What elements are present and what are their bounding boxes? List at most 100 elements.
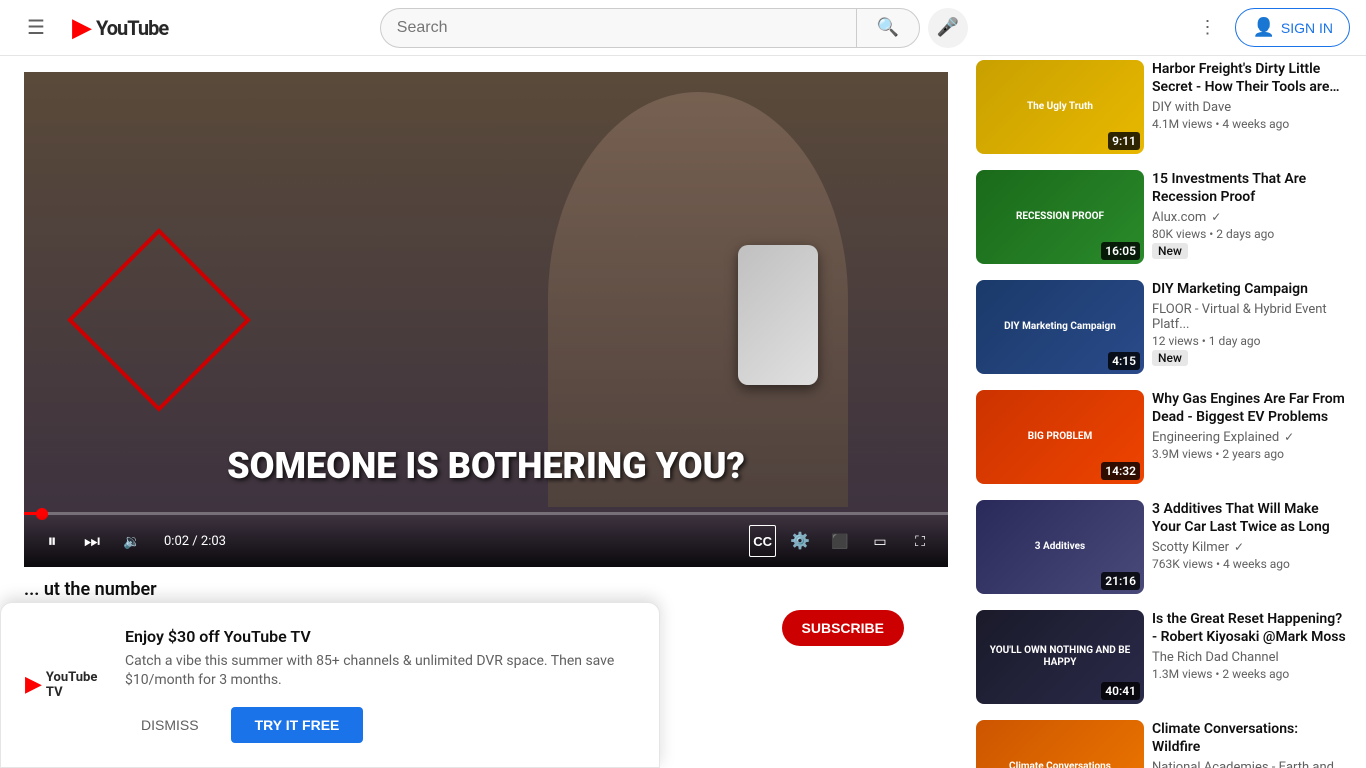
next-button[interactable]: ⏭ — [76, 525, 108, 557]
player-text-overlay: SOMEONE IS BOTHERING YOU? — [227, 445, 745, 487]
theater-button[interactable]: ▭ — [864, 525, 896, 557]
new-badge: New — [1152, 243, 1188, 259]
settings-button[interactable]: ⚙️ — [784, 525, 816, 557]
sidebar-video-item[interactable]: YOU'LL OWN NOTHING AND BE HAPPY 40:41 Is… — [972, 606, 1350, 708]
yt-tv-icon: ▶ — [25, 672, 42, 697]
new-badge: New — [1152, 350, 1188, 366]
youtube-logo-icon: ▶ — [72, 13, 92, 43]
thumbnail-image: Climate Conversations — [976, 720, 1144, 768]
header-center: 🔍 🎤 — [168, 8, 1179, 48]
try-free-button[interactable]: TRY IT FREE — [231, 707, 364, 743]
sidebar-stats: 763K views • 4 weeks ago — [1152, 557, 1346, 571]
sidebar-video-item[interactable]: Climate Conversations Climate Conversati… — [972, 716, 1350, 768]
sign-in-label: SIGN IN — [1281, 20, 1333, 36]
video-meta: DIY Marketing Campaign FLOOR - Virtual &… — [1152, 280, 1346, 374]
sidebar-video-item[interactable]: RECESSION PROOF 16:05 15 Investments Tha… — [972, 166, 1350, 268]
sidebar-video-title: Why Gas Engines Are Far From Dead - Bigg… — [1152, 390, 1346, 426]
promo-title: Enjoy $30 off YouTube TV — [125, 627, 635, 646]
mic-button[interactable]: 🎤 — [928, 8, 968, 48]
video-meta: Climate Conversations: Wildfire National… — [1152, 720, 1346, 768]
video-meta: Harbor Freight's Dirty Little Secret - H… — [1152, 60, 1346, 154]
phone-prop — [738, 245, 818, 385]
sidebar-video-title: DIY Marketing Campaign — [1152, 280, 1346, 298]
menu-button[interactable]: ☰ — [16, 8, 56, 48]
sidebar-video-title: 15 Investments That Are Recession Proof — [1152, 170, 1346, 206]
sidebar-video-item[interactable]: The Ugly Truth 9:11 Harbor Freight's Dir… — [972, 56, 1350, 158]
header-left: ☰ ▶ YouTube — [16, 8, 168, 48]
sidebar-stats: 1.3M views • 2 weeks ago — [1152, 667, 1346, 681]
fullscreen-button[interactable]: ⛶ — [904, 525, 936, 557]
youtube-logo[interactable]: ▶ YouTube — [72, 13, 168, 43]
search-form: 🔍 — [380, 8, 920, 48]
volume-button[interactable]: 🔉 — [116, 525, 148, 557]
pause-button[interactable]: ⏸ — [36, 525, 68, 557]
sidebar-stats: 80K views • 2 days ago — [1152, 227, 1346, 241]
miniplayer-button[interactable]: ⬛ — [824, 525, 856, 557]
sidebar-stats: 12 views • 1 day ago — [1152, 334, 1346, 348]
video-meta: Is the Great Reset Happening? - Robert K… — [1152, 610, 1346, 704]
verified-icon: ✓ — [1208, 210, 1221, 224]
youtube-logo-text: YouTube — [96, 16, 168, 40]
sidebar-video-title: Is the Great Reset Happening? - Robert K… — [1152, 610, 1346, 646]
video-thumbnail: RECESSION PROOF 16:05 — [976, 170, 1144, 264]
promo-actions: DISMISS TRY IT FREE — [125, 707, 635, 743]
sidebar-video-item[interactable]: 3 Additives 21:16 3 Additives That Will … — [972, 496, 1350, 598]
video-duration: 4:15 — [1108, 352, 1140, 370]
captions-button[interactable]: CC — [749, 525, 776, 557]
video-meta: 3 Additives That Will Make Your Car Last… — [1152, 500, 1346, 594]
video-thumbnail: Climate Conversations — [976, 720, 1144, 768]
search-button[interactable]: 🔍 — [856, 8, 920, 48]
video-duration: 21:16 — [1101, 572, 1140, 590]
sidebar-channel: The Rich Dad Channel — [1152, 650, 1346, 665]
video-duration: 9:11 — [1108, 132, 1140, 150]
video-meta: Why Gas Engines Are Far From Dead - Bigg… — [1152, 390, 1346, 484]
search-icon: 🔍 — [877, 17, 899, 38]
mic-icon: 🎤 — [937, 17, 959, 38]
verified-icon: ✓ — [1281, 430, 1294, 444]
thumbnail-text: Climate Conversations — [976, 720, 1144, 768]
sidebar-video-title: 3 Additives That Will Make Your Car Last… — [1152, 500, 1346, 536]
time-display: 0:02 / 2:03 — [164, 534, 226, 549]
header: ☰ ▶ YouTube 🔍 🎤 ⋮ 👤 SIGN IN — [0, 0, 1366, 56]
sign-in-button[interactable]: 👤 SIGN IN — [1235, 8, 1350, 47]
sidebar-stats: 3.9M views • 2 years ago — [1152, 447, 1346, 461]
account-icon: 👤 — [1252, 17, 1274, 38]
video-player[interactable]: SOMEONE IS BOTHERING YOU? ⏸ ⏭ 🔉 0:02 / 2… — [24, 72, 948, 567]
hamburger-icon: ☰ — [27, 15, 45, 40]
video-duration: 16:05 — [1101, 242, 1140, 260]
video-thumbnail: YOU'LL OWN NOTHING AND BE HAPPY 40:41 — [976, 610, 1144, 704]
video-thumbnail: BIG PROBLEM 14:32 — [976, 390, 1144, 484]
verified-icon: ✓ — [1231, 540, 1244, 554]
video-duration: 40:41 — [1101, 682, 1140, 700]
sidebar-video-title: Harbor Freight's Dirty Little Secret - H… — [1152, 60, 1346, 96]
promo-popup: ▶ YouTube TV Enjoy $30 off YouTube TV Ca… — [0, 602, 660, 768]
sidebar-channel: Engineering Explained ✓ — [1152, 430, 1346, 445]
promo-content: Enjoy $30 off YouTube TV Catch a vibe th… — [125, 627, 635, 743]
sidebar-channel: DIY with Dave — [1152, 100, 1346, 115]
sidebar-channel: FLOOR - Virtual & Hybrid Event Platf... — [1152, 302, 1346, 332]
sidebar-video-title: Climate Conversations: Wildfire — [1152, 720, 1346, 756]
video-meta: 15 Investments That Are Recession Proof … — [1152, 170, 1346, 264]
player-controls: ⏸ ⏭ 🔉 0:02 / 2:03 CC ⚙️ ⬛ ▭ ⛶ — [24, 515, 948, 567]
dismiss-button[interactable]: DISMISS — [125, 709, 215, 741]
header-right: ⋮ 👤 SIGN IN — [1187, 8, 1350, 48]
sidebar: The Ugly Truth 9:11 Harbor Freight's Dir… — [964, 56, 1366, 768]
more-options-button[interactable]: ⋮ — [1187, 8, 1227, 48]
more-icon: ⋮ — [1198, 17, 1216, 38]
video-thumbnail: DIY Marketing Campaign 4:15 — [976, 280, 1144, 374]
video-duration: 14:32 — [1101, 462, 1140, 480]
sidebar-channel: National Academies - Earth and Life ... — [1152, 760, 1346, 768]
sidebar-video-item[interactable]: BIG PROBLEM 14:32 Why Gas Engines Are Fa… — [972, 386, 1350, 488]
promo-description: Catch a vibe this summer with 85+ channe… — [125, 652, 635, 691]
subscribe-button[interactable]: SUBSCRIBE — [782, 610, 904, 646]
youtube-tv-logo: ▶ YouTube TV — [25, 627, 105, 743]
search-input[interactable] — [380, 8, 856, 48]
sidebar-video-item[interactable]: DIY Marketing Campaign 4:15 DIY Marketin… — [972, 276, 1350, 378]
sidebar-stats: 4.1M views • 4 weeks ago — [1152, 117, 1346, 131]
sidebar-channel: Scotty Kilmer ✓ — [1152, 540, 1346, 555]
sidebar-channel: Alux.com ✓ — [1152, 210, 1346, 225]
video-thumbnail: 3 Additives 21:16 — [976, 500, 1144, 594]
video-title: ... ut the number — [24, 579, 904, 600]
video-thumbnail: The Ugly Truth 9:11 — [976, 60, 1144, 154]
yt-tv-label: YouTube TV — [46, 670, 105, 700]
